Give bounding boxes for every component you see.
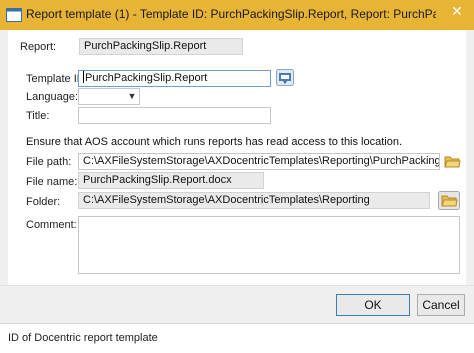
window-icon: [6, 8, 22, 22]
file-path-input[interactable]: C:\AXFileSystemStorage\AXDocentricTempla…: [78, 153, 440, 170]
report-label: Report:: [20, 41, 57, 53]
file-name-label: File name:: [26, 176, 78, 188]
text-caret: [83, 71, 84, 83]
language-label: Language:: [26, 91, 78, 103]
template-id-value: PurchPackingSlip.Report: [85, 72, 208, 84]
window-title: Report template (1) - Template ID: Purch…: [26, 7, 436, 21]
cancel-button[interactable]: Cancel: [417, 294, 465, 316]
lookup-icon[interactable]: [276, 69, 294, 86]
file-name-field: PurchPackingSlip.Report.docx: [78, 172, 264, 189]
report-template-dialog: Report template (1) - Template ID: Purch…: [0, 0, 474, 353]
report-field: PurchPackingSlip.Report: [79, 38, 243, 55]
comment-label: Comment:: [26, 219, 77, 231]
button-bar: OK Cancel: [0, 285, 474, 324]
file-path-label: File path:: [26, 156, 72, 168]
folder-icon[interactable]: [438, 191, 460, 210]
folder-icon[interactable]: [443, 153, 461, 170]
access-note: Ensure that AOS account which runs repor…: [26, 136, 403, 148]
close-button[interactable]: ✕: [442, 1, 472, 21]
form-area: Report: PurchPackingSlip.Report Template…: [8, 30, 466, 285]
status-bar: ID of Docentric report template: [0, 323, 474, 353]
folder-field: C:\AXFileSystemStorage\AXDocentricTempla…: [78, 192, 430, 209]
title-input[interactable]: [78, 107, 271, 124]
status-text: ID of Docentric report template: [8, 332, 158, 344]
template-id-input[interactable]: PurchPackingSlip.Report: [78, 70, 271, 87]
title-label: Title:: [26, 110, 50, 122]
chevron-down-icon[interactable]: ▼: [125, 89, 139, 104]
language-select[interactable]: ▼: [78, 88, 140, 105]
title-bar: Report template (1) - Template ID: Purch…: [0, 0, 474, 30]
folder-label: Folder:: [26, 196, 61, 208]
ok-button[interactable]: OK: [336, 294, 410, 316]
comment-textarea[interactable]: [78, 216, 460, 274]
